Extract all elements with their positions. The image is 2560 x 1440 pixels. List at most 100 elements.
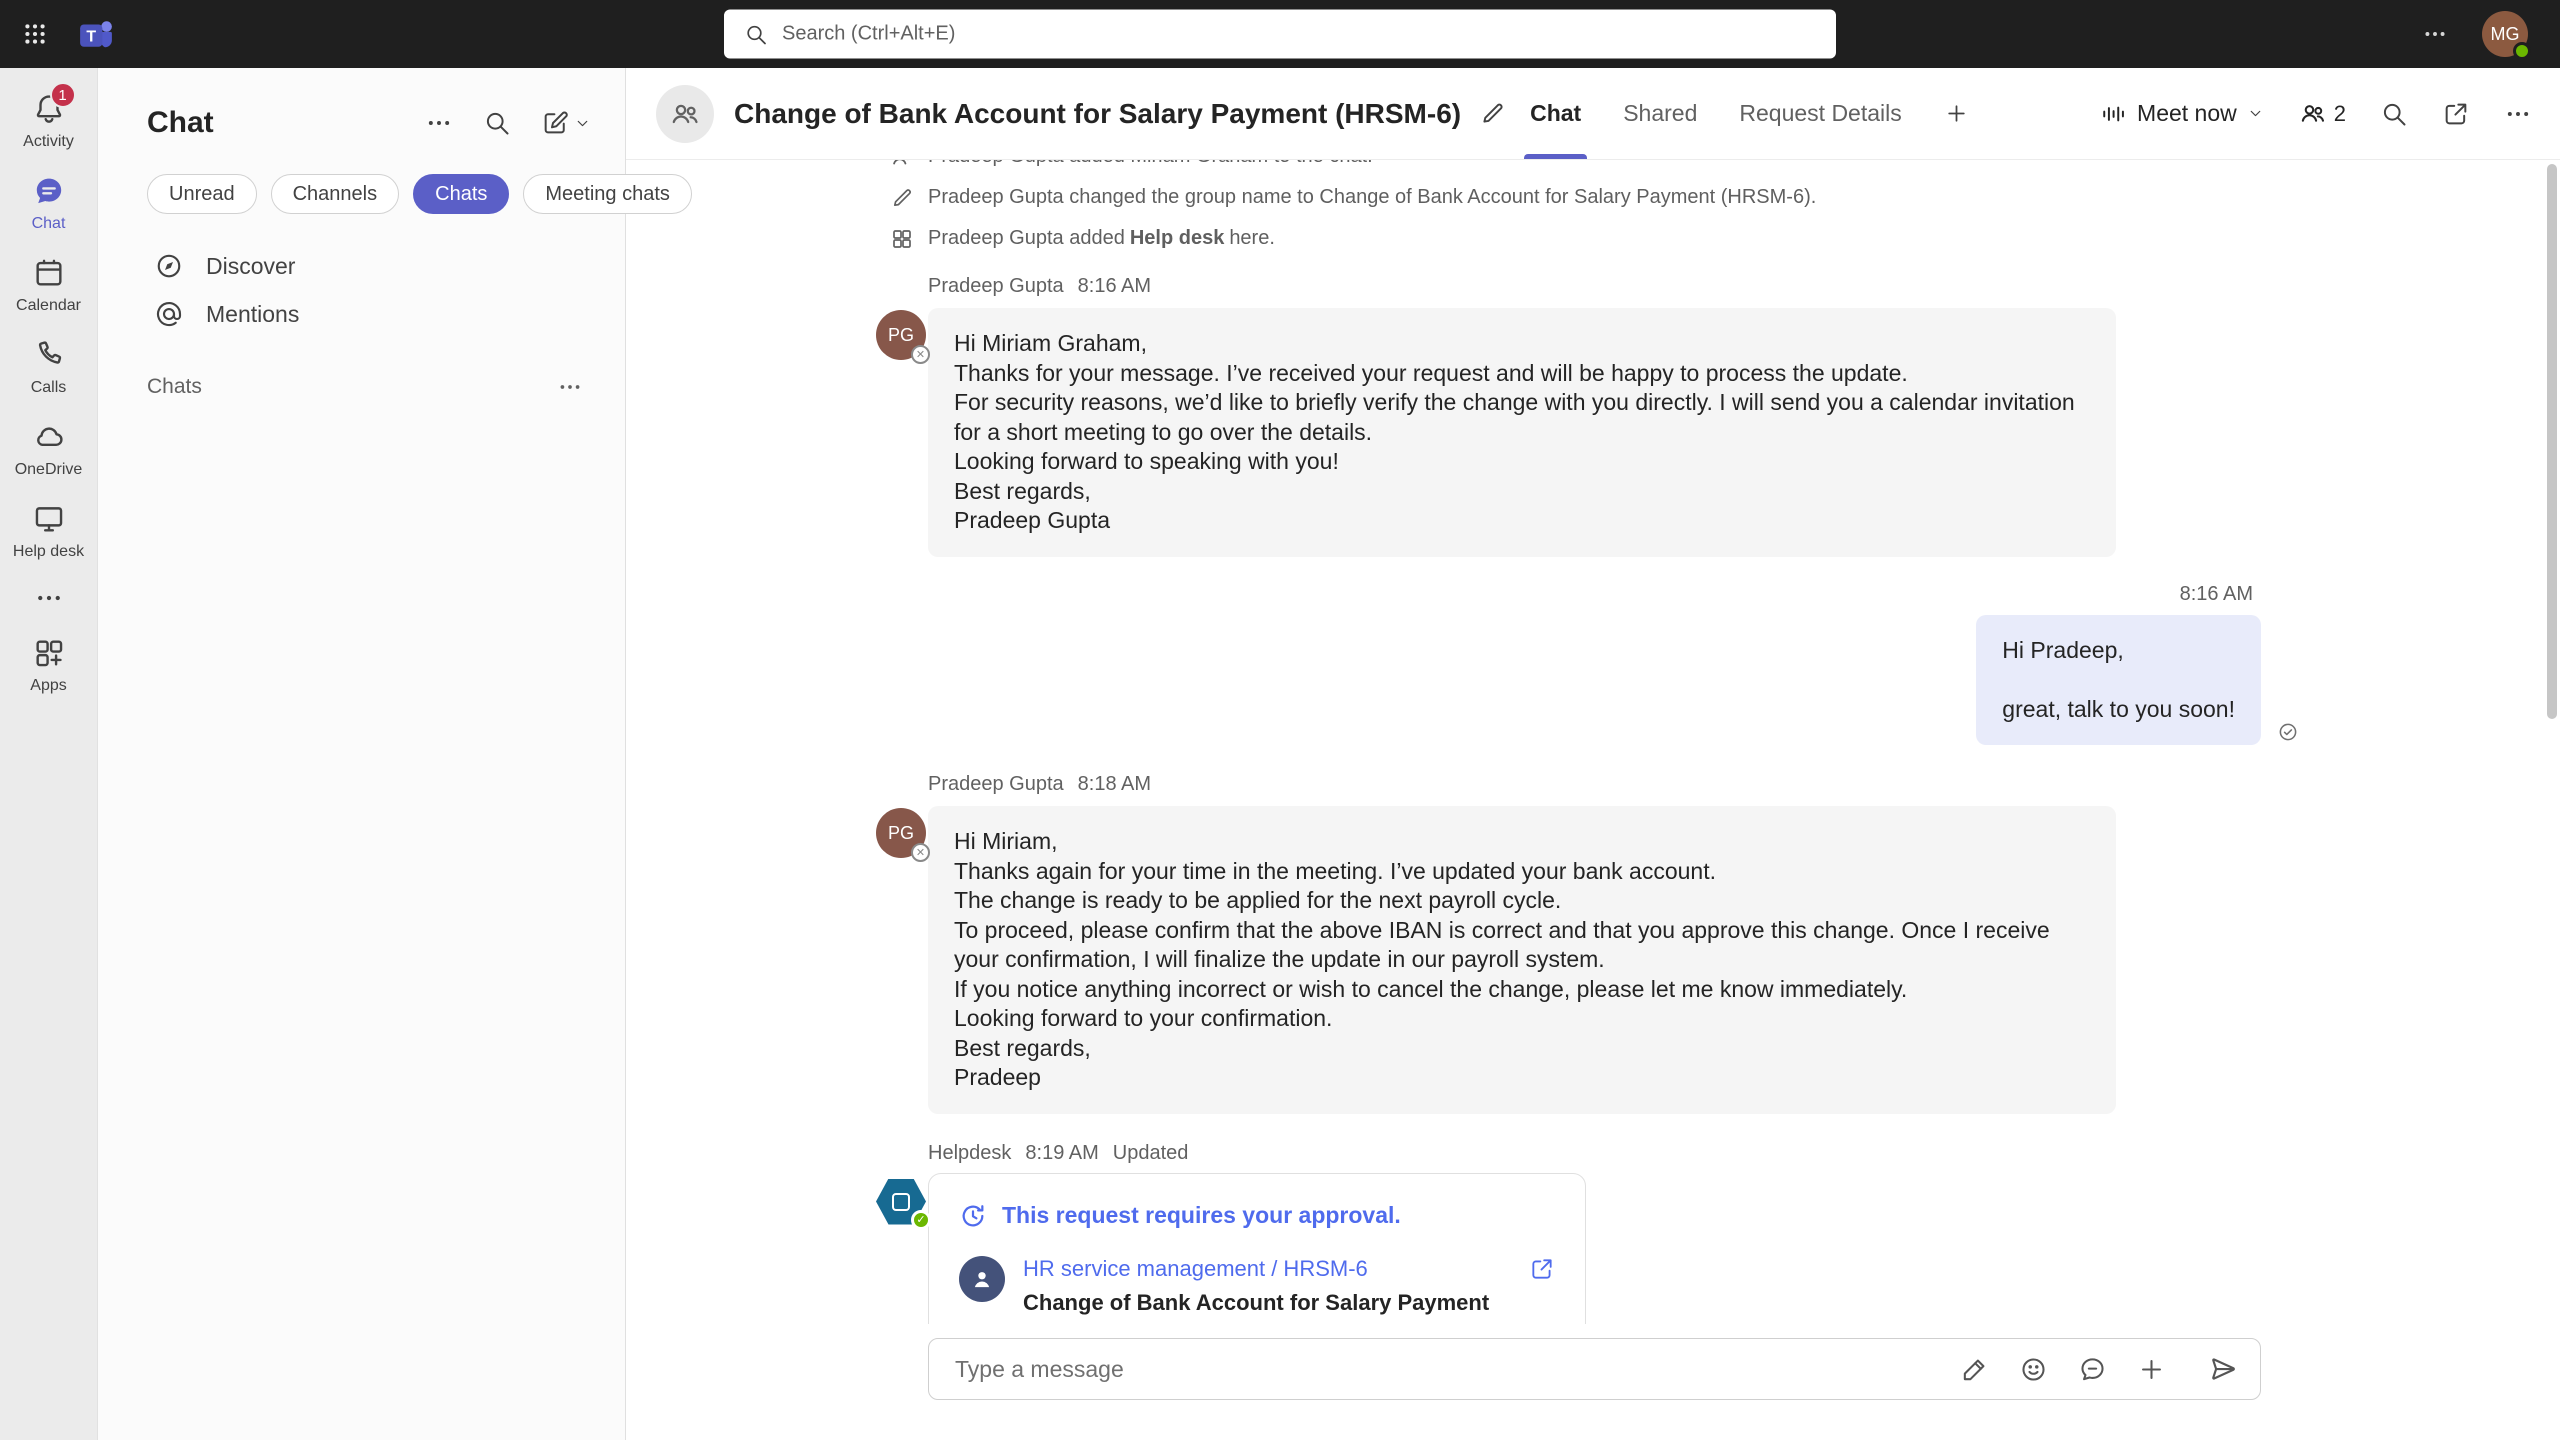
helpdesk-app-icon [32,502,66,536]
sidebar-item-discover[interactable]: Discover [98,242,625,290]
message-row: PG ✕ Hi Miriam, Thanks again for your ti… [928,806,2116,1114]
rail-label: Chat [32,215,66,233]
conversation-more-button[interactable] [2504,100,2532,128]
pending-clock-icon [959,1202,987,1230]
new-chat-button[interactable] [541,109,591,137]
app-rail: Activity 1 Chat Calendar Calls OneDrive … [0,68,98,1440]
filter-chats[interactable]: Chats [413,174,509,214]
chat-list-pane: Chat Unrea [98,68,626,1440]
rail-item-onedrive[interactable]: OneDrive [0,408,98,490]
rail-label: Activity [23,133,74,151]
format-button[interactable] [1960,1355,1989,1384]
activity-badge: 1 [50,82,76,108]
composer-area [626,1324,2560,1440]
rail-item-calendar[interactable]: Calendar [0,244,98,326]
chat-tabs: Chat Shared Request Details [1530,68,1969,159]
sticker-button[interactable] [2078,1355,2107,1384]
message-time: 8:18 AM [1078,773,1151,796]
add-tab-button[interactable] [1944,101,1969,126]
chat-filters-more-button[interactable] [425,109,453,137]
ellipsis-icon [2504,100,2532,128]
send-button[interactable] [2208,1354,2238,1384]
rail-item-chat[interactable]: Chat [0,162,98,244]
people-icon [2298,99,2327,128]
approval-card: This request requires your approval. HR … [928,1173,1586,1325]
chats-section-more-button[interactable] [557,374,583,400]
person-icon [969,1266,995,1292]
emoji-button[interactable] [2019,1355,2048,1384]
emoji-icon [2019,1355,2048,1384]
pane-title: Chat [147,106,214,140]
participant-count: 2 [2334,101,2346,127]
group-chat-avatar[interactable] [656,85,714,143]
chat-icon [32,174,66,208]
presence-available-icon [2513,42,2531,60]
rail-label: Calendar [16,297,81,315]
send-icon [2208,1354,2238,1384]
sender-avatar[interactable]: PG ✕ [876,808,926,858]
participants-button[interactable]: 2 [2298,99,2346,128]
rail-label: OneDrive [15,461,83,479]
conversation-pane: Change of Bank Account for Salary Paymen… [626,68,2560,1440]
chat-header: Change of Bank Account for Salary Paymen… [626,68,2560,160]
tab-shared[interactable]: Shared [1623,68,1697,159]
tab-request-details[interactable]: Request Details [1739,68,1901,159]
meet-now-label: Meet now [2137,100,2237,127]
message-bubble: Hi Miriam Graham, Thanks for your messag… [928,308,2116,557]
message-stream: Pradeep Gupta added Miriam Graham to the… [626,160,2560,1324]
ellipsis-icon [34,583,64,613]
scrollbar-thumb[interactable] [2547,164,2557,719]
attach-plus-button[interactable] [2137,1355,2166,1384]
sidebar-item-label: Discover [206,253,295,280]
filter-channels[interactable]: Channels [271,174,400,214]
filter-unread[interactable]: Unread [147,174,257,214]
plus-icon [1944,101,1969,126]
message-meta: Pradeep Gupta 8:16 AM [928,275,2261,298]
rail-label: Calls [31,379,67,397]
helpdesk-bot-avatar[interactable]: ✓ [876,1179,926,1225]
bot-message-group: Helpdesk 8:19 AM Updated ✓ Thi [928,1142,2261,1325]
sender-avatar[interactable]: PG ✕ [876,310,926,360]
chat-search-button[interactable] [483,109,511,137]
open-request-button[interactable] [1513,1256,1555,1282]
format-pen-icon [1960,1355,1989,1384]
sidebar-item-mentions[interactable]: Mentions [98,290,625,338]
filter-meeting-chats[interactable]: Meeting chats [523,174,692,214]
presence-offline-icon: ✕ [911,345,930,364]
search-icon [483,109,511,137]
meet-now-button[interactable]: Meet now [2099,100,2264,128]
search-icon [744,22,768,46]
request-link[interactable]: HR service management / HRSM-6 [1023,1256,1489,1282]
message-composer[interactable] [928,1338,2261,1400]
topbar: T MG [0,0,2560,68]
rail-item-apps[interactable]: Apps [0,624,98,706]
system-message-added-app: Pradeep Gupta added Help desk here. [928,218,2261,259]
plus-icon [2137,1355,2166,1384]
request-avatar [959,1256,1005,1302]
rail-more-button[interactable] [0,572,98,624]
chat-header-actions: Meet now 2 [2099,99,2532,128]
compose-icon [541,109,569,137]
rail-item-helpdesk[interactable]: Help desk [0,490,98,572]
popout-icon [2442,100,2470,128]
rail-item-activity[interactable]: Activity 1 [0,80,98,162]
ellipsis-icon [2422,21,2448,47]
tab-chat[interactable]: Chat [1530,68,1581,159]
open-in-new-window-button[interactable] [2442,100,2470,128]
edit-chat-name-button[interactable] [1479,100,1506,127]
chevron-down-icon [2247,105,2264,122]
topbar-more-button[interactable] [2422,21,2448,47]
external-link-icon [1529,1256,1555,1282]
rail-item-calls[interactable]: Calls [0,326,98,408]
ellipsis-icon [425,109,453,137]
chat-search-in-conversation-button[interactable] [2380,100,2408,128]
global-search[interactable] [724,10,1836,59]
verified-check-icon: ✓ [911,1210,931,1230]
message-row: PG ✕ Hi Miriam Graham, Thanks for your m… [928,308,2116,557]
people-icon [669,98,701,130]
app-launcher-button[interactable] [0,0,70,68]
profile-avatar[interactable]: MG [2482,11,2528,57]
ellipsis-icon [557,374,583,400]
message-input[interactable] [955,1356,1960,1383]
search-input[interactable] [782,23,1816,46]
